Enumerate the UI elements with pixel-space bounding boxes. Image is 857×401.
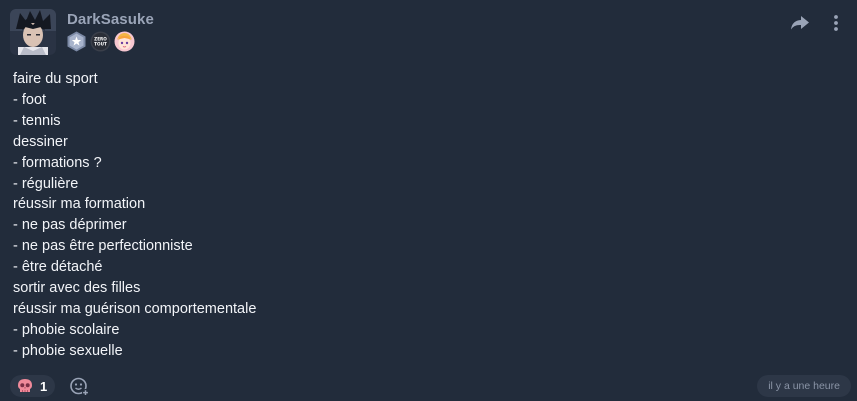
- content-line: sortir avec des filles: [13, 280, 141, 297]
- reaction-button[interactable]: 1: [10, 375, 56, 397]
- content-line: réussir ma guérison comportementale: [13, 300, 257, 317]
- share-icon[interactable]: [789, 12, 811, 34]
- content-line: - foot: [13, 91, 47, 108]
- star-badge-icon[interactable]: [66, 31, 87, 52]
- skull-emoji-icon: [18, 379, 32, 392]
- badge-label-bottom: TOUT: [94, 42, 107, 47]
- post-footer: 1 il y a une heure: [10, 375, 851, 397]
- reaction-count: 1: [40, 378, 48, 394]
- content-line: - être détaché: [13, 259, 103, 276]
- content-line: faire du sport: [13, 71, 98, 87]
- content-line: - phobie scolaire: [13, 321, 120, 338]
- content-line: - phobie sexuelle: [13, 342, 123, 359]
- post-actions: [789, 12, 847, 34]
- author-name[interactable]: DarkSasuke: [67, 11, 154, 28]
- content-line: - ne pas déprimer: [13, 217, 127, 234]
- avatar-image: [10, 9, 56, 55]
- content-line: - tennis: [13, 112, 61, 129]
- anime-avatar-badge-icon[interactable]: [114, 31, 135, 52]
- add-reaction-icon[interactable]: [68, 375, 90, 397]
- content-line: réussir ma formation: [13, 196, 146, 213]
- badge-list: ZERO TOUT: [66, 31, 135, 52]
- post-card: DarkSasuke ZERO TOUT faire du sport - fo…: [0, 0, 857, 401]
- content-line: - ne pas être perfectionniste: [13, 238, 193, 255]
- content-line: - formations ?: [13, 154, 102, 171]
- content-line: - régulière: [13, 175, 79, 192]
- avatar[interactable]: [10, 9, 56, 55]
- post-content: faire du sport - foot - tennis dessiner …: [13, 69, 256, 362]
- more-options-icon[interactable]: [825, 12, 847, 34]
- zero-tout-badge-icon[interactable]: ZERO TOUT: [90, 31, 111, 52]
- content-line: dessiner: [13, 133, 68, 150]
- timestamp: il y a une heure: [757, 375, 851, 397]
